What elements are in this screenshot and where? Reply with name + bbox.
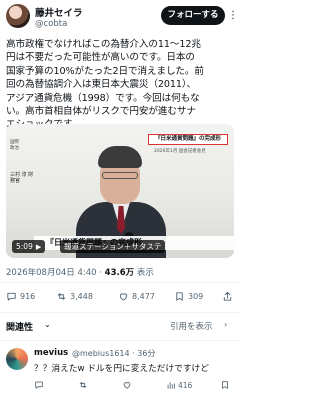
bookmark-icon [176, 291, 183, 301]
like-count: 8,477 [132, 291, 155, 301]
reply-author-handle: @mebius1614 · 36分 [72, 349, 156, 358]
view-quotes-link[interactable]: 引用を表示 [170, 320, 213, 332]
author-handle[interactable]: @cobta [35, 19, 67, 29]
views-icon [167, 382, 175, 389]
chevron-right-icon[interactable]: › [224, 320, 227, 329]
video-player[interactable]: 『日米通貨問題』の完成形 2026年1月 国会記者会見 国際政治 三村 淳 財務… [6, 124, 234, 258]
post-meta: 2026年08月04日 4:40 · 43.6万 表示 [6, 266, 234, 278]
reply-text: ？？消えたw ドルを円に変えただけですけど [34, 364, 209, 374]
post-text-line: アジア通貨危機（1998）です。今回は何もな [6, 92, 200, 104]
like-action[interactable]: 8,477 [118, 288, 155, 304]
post-text-line: 国家予算の10%がたった2日で消えました。前 [6, 65, 204, 77]
reply-icon [7, 292, 16, 301]
repost-icon [79, 382, 87, 388]
post-timestamp[interactable]: 2026年08月04日 4:40 · [6, 268, 105, 278]
post-text-line: 高市政権でなければこの為替介入の11〜12兆 [6, 39, 201, 50]
author-row: 藤井セイラ @cobta フォローする ⋮ [6, 4, 238, 34]
author-name[interactable]: 藤井セイラ [35, 5, 83, 19]
view-label: 表示 [134, 268, 154, 278]
reply-view-count: 416 [178, 380, 193, 390]
divider [0, 312, 240, 313]
related-row: 関連性 ⌄ 引用を表示 › [6, 320, 234, 336]
post-text-line: 円は不要だった可能性が高いのです。日本の [6, 52, 195, 64]
post-actions: 916 3,448 8,477 309 [6, 288, 234, 304]
sort-relevance-label[interactable]: 関連性 [6, 320, 33, 333]
play-icon: ▶ [35, 243, 42, 251]
follow-button[interactable]: フォローする [161, 6, 225, 25]
post-text-line: い。高市首相自体がリスクで円安が進むサナ [6, 106, 196, 118]
reply-icon [35, 381, 43, 389]
reply-like-action[interactable] [122, 378, 134, 392]
reply-reply-action[interactable] [34, 378, 46, 392]
repost-icon [57, 292, 66, 300]
more-options-icon[interactable]: ⋮ [228, 6, 238, 25]
reply-avatar[interactable] [6, 348, 28, 370]
video-side-label: 国際政治 [10, 140, 19, 151]
video-duration-text: 5:09 [16, 242, 33, 251]
reply-action[interactable]: 916 [6, 288, 35, 304]
repost-action[interactable]: 3,448 [56, 288, 93, 304]
reply-actions: 416 [34, 378, 234, 392]
view-count: 43.6万 [104, 268, 135, 278]
reply-item[interactable]: mevius @mebius1614 · 36分 ？？消えたw ドルを円に変えた… [6, 346, 234, 404]
reply-count: 916 [20, 291, 36, 301]
divider [0, 282, 240, 283]
reply-views[interactable]: 416 [166, 378, 192, 392]
chevron-down-icon[interactable]: ⌄ [44, 320, 51, 329]
reply-author-name[interactable]: mevius [34, 348, 68, 358]
heart-icon [119, 292, 128, 301]
post-text-line: 回の為替協調介入は東日本大震災（2011）、 [6, 79, 197, 91]
bookmark-count: 309 [188, 291, 204, 301]
video-duration[interactable]: 5:09 ▶ [12, 240, 46, 253]
bookmark-action[interactable]: 309 [174, 288, 203, 304]
reply-bookmark-action[interactable] [220, 378, 232, 392]
video-channel-label: 報道ステーション＋サタステ [60, 240, 166, 253]
post-text: 高市政権でなければこの為替介入の11〜12兆 円は不要だった可能性が高いのです。… [6, 38, 234, 132]
share-icon [223, 291, 232, 301]
divider [0, 340, 240, 341]
bookmark-icon [222, 381, 228, 389]
video-speaker-name: 三村 淳 財務官 [10, 172, 34, 184]
heart-icon [123, 382, 131, 389]
repost-count: 3,448 [70, 291, 93, 301]
author-avatar[interactable] [6, 4, 30, 28]
video-banner: 『日米通貨問題』の完成形 [148, 134, 228, 145]
share-action[interactable] [222, 288, 236, 304]
reply-repost-action[interactable] [78, 378, 90, 392]
